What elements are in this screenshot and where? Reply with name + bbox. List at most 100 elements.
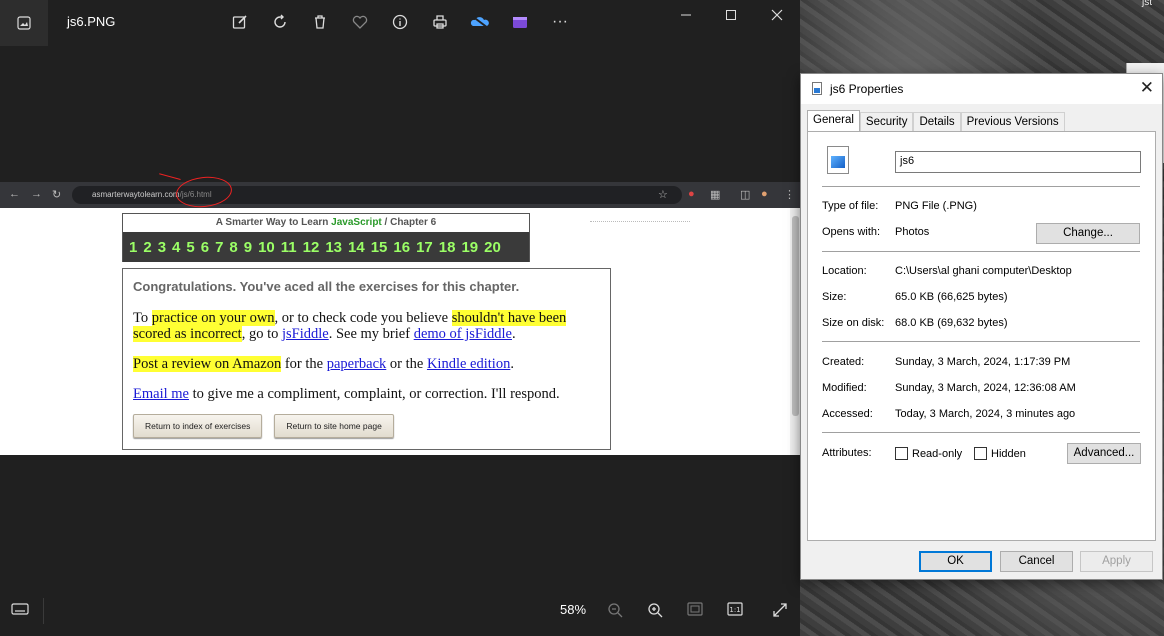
accessed-label: Accessed: (822, 408, 873, 420)
opens-value: Photos (895, 226, 930, 238)
edit-icon[interactable] (229, 11, 251, 33)
text: for the (281, 356, 327, 372)
screenshot-page: A Smarter Way to Learn JavaScript / Chap… (0, 208, 790, 455)
chapter-number: 19 (461, 238, 479, 256)
chapter-number: 10 (258, 238, 275, 256)
chapter-number: 7 (215, 238, 224, 256)
maximize-icon[interactable] (718, 4, 744, 26)
dialog-title: js6 Properties (830, 82, 904, 96)
photos-app-icon[interactable] (0, 0, 48, 46)
text: or the (386, 356, 427, 372)
practice-paragraph: To practice on your own, or to check cod… (133, 310, 600, 342)
separator (822, 432, 1140, 433)
return-home-button: Return to site home page (274, 414, 394, 438)
advanced-button[interactable]: Advanced... (1067, 443, 1141, 464)
photos-bottombar: 1:1 (0, 590, 800, 636)
title-js: JavaScript (331, 217, 382, 228)
puzzle-icon: ▦ (710, 189, 721, 201)
highlight: practice on your own (151, 310, 275, 326)
zoom-in-icon[interactable] (647, 602, 663, 622)
minimize-icon[interactable] (673, 4, 699, 26)
image-viewer-canvas: ← → ↻ asmarterwaytolearn.com/js/6.html ☆… (0, 182, 800, 455)
title-suffix: / Chapter 6 (384, 217, 437, 228)
text: . (510, 356, 514, 372)
page-button-row: Return to index of exercises Return to s… (133, 414, 600, 438)
onedrive-icon[interactable] (469, 11, 491, 33)
review-paragraph: Post a review on Amazon for the paperbac… (133, 356, 600, 372)
hidden-label: Hidden (991, 448, 1026, 460)
actual-size-icon[interactable]: 1:1 (727, 602, 743, 620)
separator (822, 186, 1140, 187)
file-title: js6.PNG (67, 14, 116, 29)
text: , go to (241, 326, 282, 342)
reload-icon: ↻ (52, 189, 62, 201)
chapter-number: 12 (302, 238, 320, 256)
print-icon[interactable] (429, 11, 451, 33)
size-label: Size: (822, 291, 847, 303)
text: To (133, 310, 152, 326)
jsfiddle-link: jsFiddle (281, 326, 329, 342)
accessed-value: Today, 3 March, 2024, 3 minutes ago (895, 408, 1076, 420)
tab-details[interactable]: Details (913, 112, 961, 132)
size-value: 65.0 KB (66,625 bytes) (895, 291, 1008, 303)
chapter-number: 11 (280, 238, 297, 256)
rotate-icon[interactable] (269, 11, 291, 33)
file-name-input[interactable]: js6 (895, 151, 1141, 173)
location-value: C:\Users\al ghani computer\Desktop (895, 265, 1072, 277)
modified-value: Sunday, 3 March, 2024, 12:36:08 AM (895, 382, 1076, 394)
readonly-checkbox[interactable] (895, 447, 908, 460)
size-on-disk-label: Size on disk: (822, 317, 885, 329)
fullscreen-icon[interactable] (772, 602, 788, 622)
svg-text:1:1: 1:1 (729, 606, 740, 614)
chapter-number: 5 (186, 238, 195, 256)
delete-icon[interactable] (309, 11, 331, 33)
demo-link: demo of jsFiddle (413, 326, 512, 342)
hidden-checkbox[interactable] (974, 447, 987, 460)
info-icon[interactable] (389, 11, 411, 33)
close-icon[interactable] (764, 4, 790, 26)
forward-icon: → (31, 188, 42, 200)
extension-icon: ● (688, 188, 695, 200)
heart-icon[interactable] (349, 11, 371, 33)
tab-strip: General Security Details Previous Versio… (807, 110, 1065, 132)
chapter-number-strip: 1 2 3 4 5 6 7 8 9 10 11 12 13 14 15 16 17 18 19 20 (123, 232, 529, 262)
tab-previous-versions[interactable]: Previous Versions (960, 112, 1065, 132)
text: . (511, 326, 516, 342)
return-index-button: Return to index of exercises (133, 414, 263, 438)
cancel-button[interactable]: Cancel (1000, 551, 1073, 572)
dotted-line (590, 221, 690, 222)
star-icon: ☆ (658, 189, 668, 201)
tab-general[interactable]: General (807, 110, 860, 132)
created-label: Created: (822, 356, 865, 368)
kindle-link: Kindle edition (426, 356, 511, 372)
email-link: Email me (133, 386, 189, 402)
filmstrip-icon[interactable] (11, 602, 29, 620)
location-label: Location: (822, 265, 867, 277)
type-label: Type of file: (822, 200, 879, 212)
ok-button[interactable]: OK (919, 551, 992, 572)
zoom-level[interactable]: 58% (560, 602, 586, 617)
highlight: Post a review on Amazon (133, 356, 282, 372)
profile-icon: ● (761, 188, 768, 200)
congrats-heading: Congratulations. You've aced all the exe… (133, 279, 520, 294)
apply-button[interactable]: Apply (1080, 551, 1153, 572)
screenshot-scroll-thumb (792, 216, 799, 416)
text: to give me a compliment, complaint, or c… (188, 386, 560, 402)
chapter-number: 4 (172, 238, 181, 256)
fit-window-icon[interactable] (687, 602, 703, 620)
tab-security[interactable]: Security (859, 112, 914, 132)
dialog-titlebar: js6 Properties ✕ (801, 74, 1162, 104)
close-icon[interactable]: ✕ (1140, 78, 1154, 98)
more-icon[interactable]: ··· (549, 11, 571, 33)
chapter-number: 20 (484, 238, 501, 256)
zoom-out-icon[interactable] (607, 602, 623, 622)
created-value: Sunday, 3 March, 2024, 1:17:39 PM (895, 356, 1071, 368)
size-on-disk-value: 68.0 KB (69,632 bytes) (895, 317, 1008, 329)
menu-icon: ⋮ (784, 189, 795, 201)
clipchamp-icon[interactable] (509, 11, 531, 33)
paperback-link: paperback (326, 356, 387, 372)
chapter-header: A Smarter Way to Learn JavaScript / Chap… (122, 213, 530, 262)
type-value: PNG File (.PNG) (895, 200, 977, 212)
chapter-number: 8 (229, 238, 238, 256)
change-button[interactable]: Change... (1036, 223, 1140, 244)
